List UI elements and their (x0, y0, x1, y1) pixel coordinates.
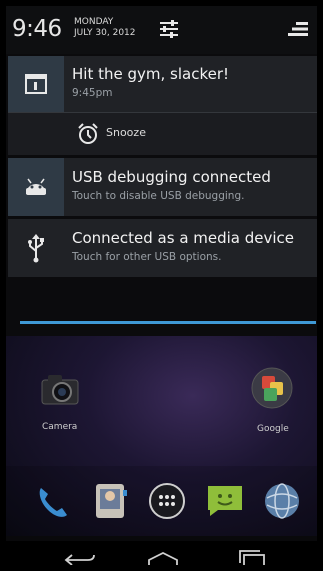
dock (6, 466, 317, 541)
date-block: MONDAY JULY 30, 2012 (74, 17, 136, 39)
navigation-bar (6, 541, 317, 565)
calendar-icon-box (8, 56, 64, 112)
usb-icon-box (8, 219, 64, 277)
usb-icon (28, 234, 44, 263)
notification-title: Hit the gym, slacker! (72, 65, 230, 83)
usb-debugging-notification[interactable]: USB debugging connected Touch to disable… (8, 158, 317, 216)
screen: 9:46 MONDAY JULY 30, 2012 Hit the gym, s… (6, 6, 317, 565)
date-label: JULY 30, 2012 (74, 28, 136, 38)
google-folder-icon[interactable] (250, 366, 294, 410)
snooze-action[interactable]: Snooze (8, 113, 317, 155)
app-drawer-icon[interactable] (146, 480, 188, 522)
browser-icon[interactable] (261, 480, 303, 522)
camera-icon[interactable] (40, 372, 80, 406)
notification-title: Connected as a media device (72, 229, 295, 247)
shade-handle-bar[interactable] (20, 321, 316, 324)
notification-subtitle: Touch for other USB options. (72, 251, 222, 263)
home-icon[interactable] (146, 549, 180, 565)
android-icon-box (8, 158, 64, 216)
calendar-notification[interactable]: Hit the gym, slacker! 9:45pm (8, 56, 317, 112)
app-label-google: Google (257, 424, 289, 434)
notification-subtitle: 9:45pm (72, 87, 113, 99)
notification-subtitle: Touch to disable USB debugging. (72, 190, 245, 202)
notification-title: USB debugging connected (72, 168, 271, 186)
clock: 9:46 (12, 16, 62, 42)
recent-apps-icon[interactable] (236, 549, 270, 565)
android-debug-icon (26, 178, 46, 195)
media-device-notification[interactable]: Connected as a media device Touch for ot… (8, 219, 317, 277)
back-icon[interactable] (62, 551, 98, 565)
app-label-camera: Camera (42, 422, 78, 432)
messaging-icon[interactable] (204, 480, 246, 522)
contacts-icon[interactable] (90, 480, 130, 522)
quick-settings-icon[interactable] (158, 19, 180, 39)
day-label: MONDAY (74, 17, 114, 27)
alarm-clock-icon (78, 123, 98, 144)
clear-all-icon[interactable] (286, 20, 310, 38)
phone-icon[interactable] (32, 480, 74, 522)
calendar-icon (25, 74, 47, 94)
snooze-label: Snooze (106, 126, 146, 139)
notification-header: 9:46 MONDAY JULY 30, 2012 (6, 6, 317, 54)
